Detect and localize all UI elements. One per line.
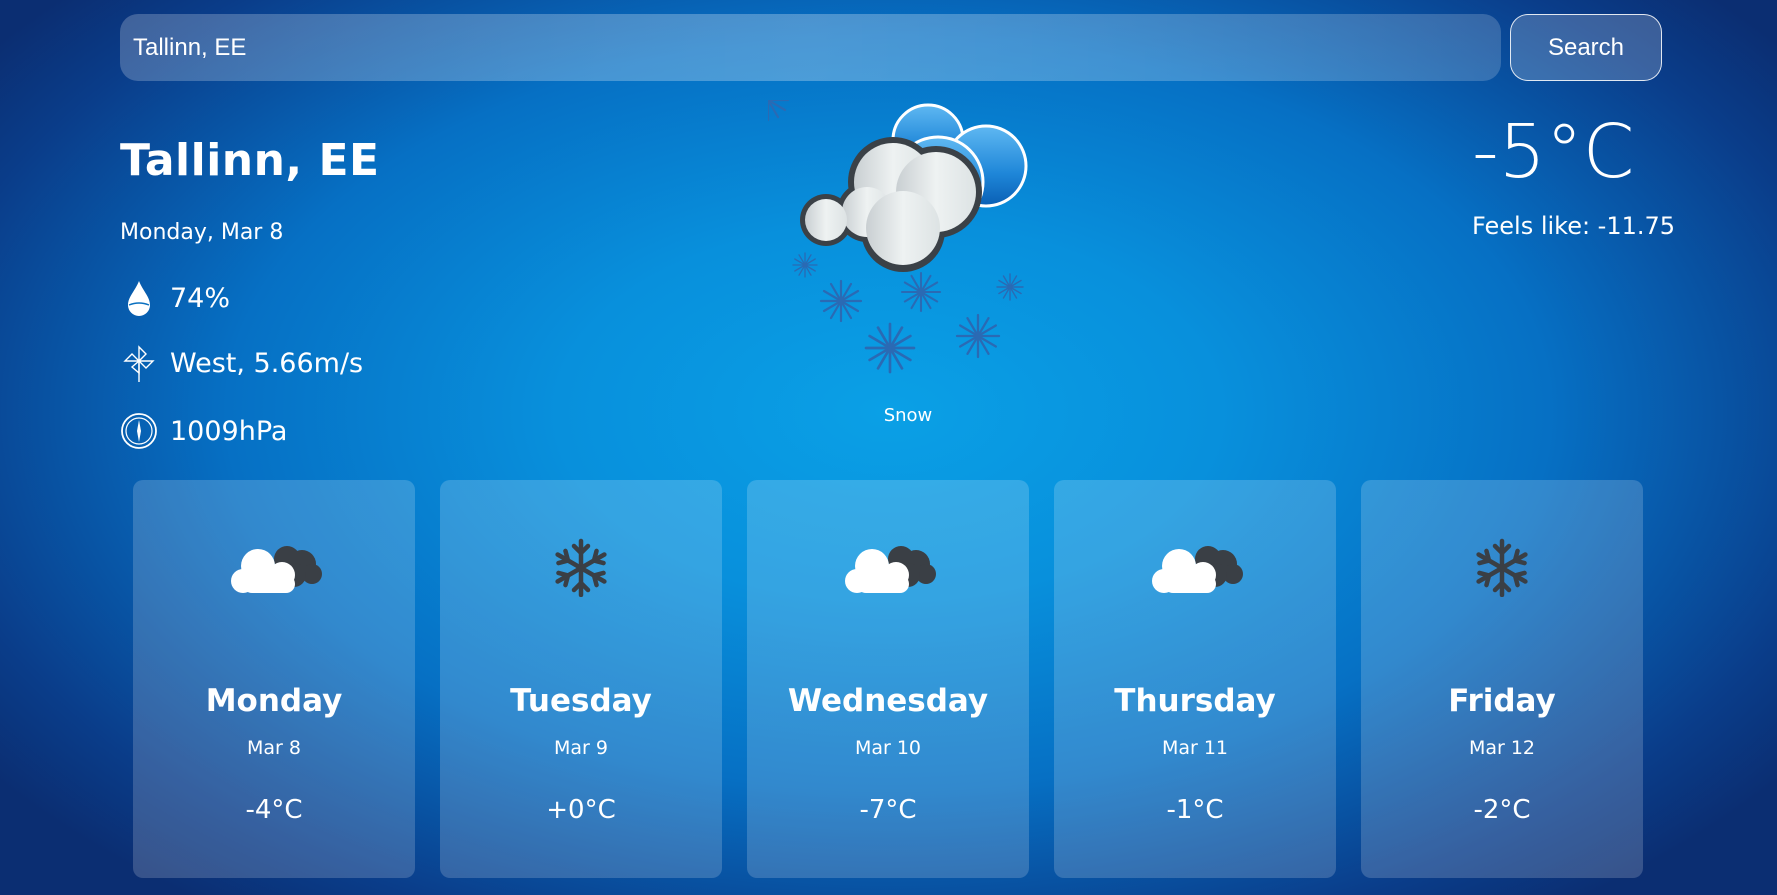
current-date: Monday, Mar 8 xyxy=(120,220,284,245)
forecast-card-thursday[interactable]: Thursday Mar 11 -1°C xyxy=(1054,480,1336,878)
forecast-temp: -4°C xyxy=(245,795,303,825)
snowflake-icon xyxy=(1452,537,1552,598)
wind-row: West, 5.66m/s xyxy=(120,343,363,383)
cloudy-icon xyxy=(224,537,324,597)
forecast-day: Monday xyxy=(205,683,343,719)
forecast-card-monday[interactable]: Monday Mar 8 -4°C xyxy=(133,480,415,878)
forecast-temp: +0°C xyxy=(546,795,616,825)
cloudy-icon xyxy=(838,537,938,597)
forecast-card-tuesday[interactable]: Tuesday Mar 9 +0°C xyxy=(440,480,722,878)
humidity-value: 74% xyxy=(170,282,231,314)
forecast-date: Mar 12 xyxy=(1468,737,1536,759)
pressure-value: 1009hPa xyxy=(170,415,288,447)
forecast-day: Friday xyxy=(1448,683,1556,719)
cloudy-icon xyxy=(1145,537,1245,597)
city-title: Tallinn, EE xyxy=(120,135,380,186)
snow-cloud-icon xyxy=(746,78,1048,385)
forecast-day: Wednesday xyxy=(787,683,989,719)
water-drop-icon xyxy=(120,279,158,317)
forecast-date: Mar 8 xyxy=(247,737,301,759)
forecast-card-friday[interactable]: Friday Mar 12 -2°C xyxy=(1361,480,1643,878)
humidity-row: 74% xyxy=(120,278,230,318)
search-button[interactable]: Search xyxy=(1510,14,1662,81)
search-bar: Search xyxy=(120,14,1663,81)
search-input[interactable] xyxy=(120,14,1501,81)
forecast-day: Tuesday xyxy=(510,683,652,719)
wind-value: West, 5.66m/s xyxy=(170,347,364,379)
forecast-temp: -1°C xyxy=(1166,795,1224,825)
condition-label: Snow xyxy=(883,405,933,426)
gauge-icon xyxy=(120,412,158,450)
forecast-date: Mar 9 xyxy=(554,737,608,759)
pinwheel-icon xyxy=(120,344,158,382)
forecast-temp: -7°C xyxy=(859,795,917,825)
forecast-day: Thursday xyxy=(1114,683,1276,719)
forecast-temp: -2°C xyxy=(1473,795,1531,825)
pressure-row: 1009hPa xyxy=(120,411,287,451)
forecast-date: Mar 10 xyxy=(854,737,922,759)
current-temperature: -5°C xyxy=(1472,109,1635,195)
forecast-date: Mar 11 xyxy=(1161,737,1229,759)
forecast-card-wednesday[interactable]: Wednesday Mar 10 -7°C xyxy=(747,480,1029,878)
snowflake-icon xyxy=(531,537,631,598)
feels-like: Feels like: -11.75 xyxy=(1472,212,1676,240)
forecast-list: Monday Mar 8 -4°C Tuesday Mar 9 +0°C Wed… xyxy=(133,480,1644,878)
